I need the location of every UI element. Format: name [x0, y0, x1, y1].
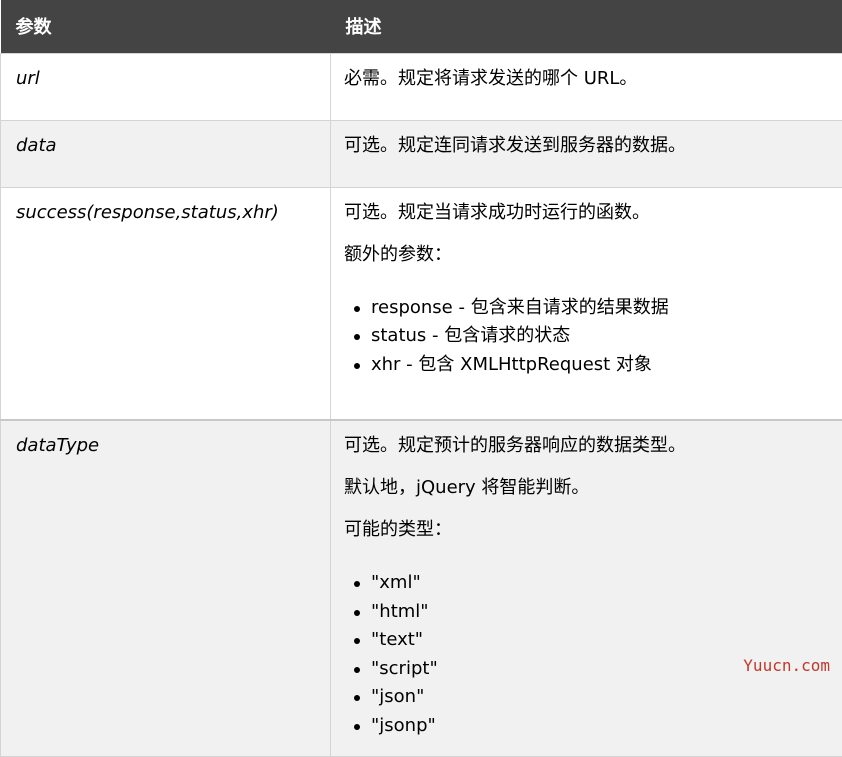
header-param: 参数 — [1, 0, 331, 53]
param-description: 可选。规定当请求成功时运行的函数。 额外的参数： response - 包含来自… — [331, 187, 842, 420]
list-item: "html" — [371, 598, 828, 627]
bullet-icon — [354, 638, 360, 644]
param-description: 必需。规定将请求发送的哪个 URL。 — [331, 53, 842, 120]
param-name: success(response,status,xhr) — [1, 187, 331, 420]
bullet-list: "xml" "html" "text" "script" "json" "jso… — [344, 569, 828, 740]
bullet-icon — [354, 306, 360, 312]
list-item: xhr - 包含 XMLHttpRequest 对象 — [371, 351, 828, 380]
bullet-icon — [354, 695, 360, 701]
table-header-row: 参数 描述 — [1, 0, 842, 53]
description-text: 额外的参数： — [344, 242, 828, 268]
header-description: 描述 — [331, 0, 842, 53]
table-row-success: success(response,status,xhr) 可选。规定当请求成功时… — [1, 187, 842, 420]
param-name: url — [1, 53, 331, 120]
bullet-list: response - 包含来自请求的结果数据 status - 包含请求的状态 … — [344, 294, 828, 380]
bullet-icon — [354, 334, 360, 340]
param-name: data — [1, 120, 331, 187]
param-description: 可选。规定连同请求发送到服务器的数据。 — [331, 120, 842, 187]
bullet-icon — [354, 724, 360, 730]
description-text: 可选。规定预计的服务器响应的数据类型。 — [344, 433, 828, 459]
list-item: "text" — [371, 626, 828, 655]
table-row-datatype: dataType 可选。规定预计的服务器响应的数据类型。 默认地，jQuery … — [1, 420, 842, 756]
bullet-icon — [354, 581, 360, 587]
list-item: "xml" — [371, 569, 828, 598]
param-description: 可选。规定预计的服务器响应的数据类型。 默认地，jQuery 将智能判断。 可能… — [331, 420, 842, 756]
table-row-url: url 必需。规定将请求发送的哪个 URL。 — [1, 53, 842, 120]
description-text: 默认地，jQuery 将智能判断。 — [344, 475, 828, 501]
description-text: 可能的类型： — [344, 517, 828, 543]
parameters-table: 参数 描述 url 必需。规定将请求发送的哪个 URL。 data 可选。规定连… — [0, 0, 842, 757]
bullet-icon — [354, 610, 360, 616]
description-text: 可选。规定当请求成功时运行的函数。 — [344, 200, 828, 226]
description-text: 可选。规定连同请求发送到服务器的数据。 — [344, 133, 828, 159]
list-item: "json" — [371, 683, 828, 712]
watermark: Yuucn.com — [743, 656, 830, 675]
list-item: "jsonp" — [371, 712, 828, 741]
list-item: status - 包含请求的状态 — [371, 322, 828, 351]
table-row-data: data 可选。规定连同请求发送到服务器的数据。 — [1, 120, 842, 187]
param-name: dataType — [1, 420, 331, 756]
description-text: 必需。规定将请求发送的哪个 URL。 — [344, 66, 828, 92]
list-item: response - 包含来自请求的结果数据 — [371, 294, 828, 323]
bullet-icon — [354, 667, 360, 673]
bullet-icon — [354, 363, 360, 369]
